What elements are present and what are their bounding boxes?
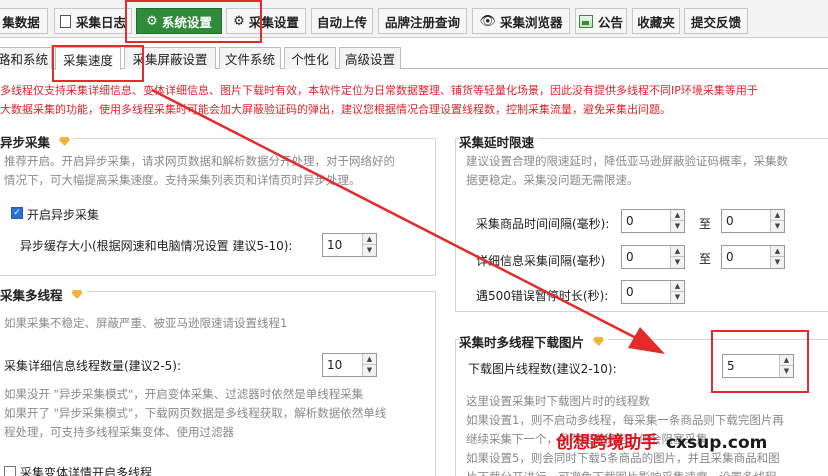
annotation-arrow xyxy=(151,88,665,354)
brand-watermark: 创想跨境助手 cxsup.com xyxy=(556,433,768,453)
